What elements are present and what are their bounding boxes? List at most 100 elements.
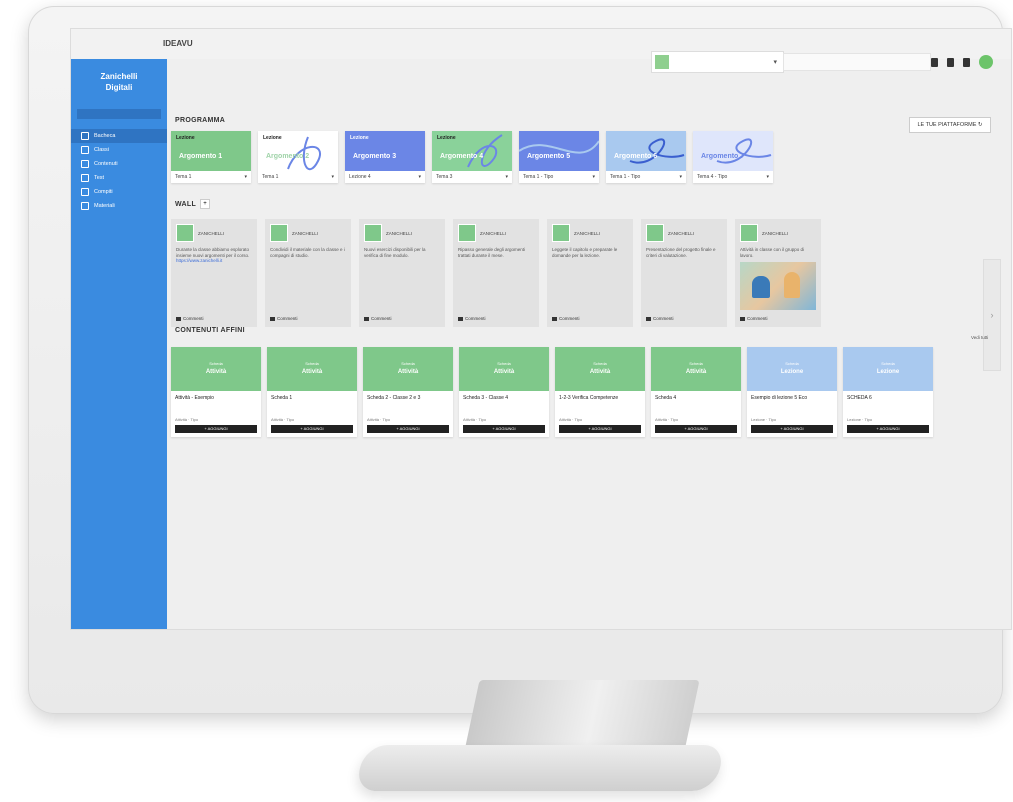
content-meta: Lezione · Tipo (847, 417, 873, 422)
content-card[interactable]: Scheda Attività Attività - Esempio Attivi… (171, 347, 261, 437)
program-select[interactable]: Lezione 4 ▾ (345, 171, 425, 183)
content-meta: Attività · Tipo (463, 417, 487, 422)
add-wall-button[interactable]: + (200, 199, 211, 209)
program-name: Argomento 1 (179, 153, 223, 160)
wall-comments[interactable]: Commenti (646, 316, 674, 321)
class-selector[interactable] (77, 109, 161, 119)
wall-author-thumb (646, 224, 664, 242)
program-card-art: Argomento 5 (519, 131, 599, 171)
sidebar-item-classi[interactable]: Classi (71, 143, 167, 157)
chevron-down-icon: ▾ (592, 174, 595, 180)
program-select[interactable]: Tema 1 ▾ (258, 171, 338, 183)
wall-comments[interactable]: Commenti (270, 316, 298, 321)
program-select[interactable]: Tema 1 - Tipo ▾ (606, 171, 686, 183)
program-select[interactable]: Tema 1 ▾ (171, 171, 251, 183)
wall-link[interactable]: https://www.zanichelli.it (176, 258, 252, 264)
program-card-art: Argomento 6 (606, 131, 686, 171)
wall-comments[interactable]: Commenti (740, 316, 768, 321)
wall-comments-label: Commenti (747, 316, 768, 321)
content-meta: Attività · Tipo (175, 417, 199, 422)
wall-comments[interactable]: Commenti (552, 316, 580, 321)
sidebar-item-materiali[interactable]: Materiali (71, 199, 167, 213)
add-content-button[interactable]: + AGGIUNGI (463, 425, 545, 433)
wall-comments-label: Commenti (465, 316, 486, 321)
users-icon (81, 146, 89, 154)
program-card[interactable]: Argomento 5 Tema 1 - Tipo ▾ (519, 131, 599, 183)
content-kind: Scheda (785, 361, 799, 366)
add-content-button[interactable]: + AGGIUNGI (367, 425, 449, 433)
content-kind: Scheda (305, 361, 319, 366)
content-card[interactable]: Scheda Attività Scheda 3 - Classe 4 Attiv… (459, 347, 549, 437)
content-card-art: Scheda Attività (267, 347, 357, 391)
wall-card[interactable]: ZANICHELLI Attività in classe con il gru… (735, 219, 821, 327)
content-cards: Scheda Attività Attività - Esempio Attivi… (171, 347, 933, 437)
program-name: Argomento 2 (266, 153, 310, 160)
content-card[interactable]: Scheda Attività Scheda 4 Attività · Tipo … (651, 347, 741, 437)
wall-card[interactable]: ZANICHELLI Leggete il capitolo e prepara… (547, 219, 633, 327)
wall-comments[interactable]: Commenti (364, 316, 392, 321)
sidebar-logo[interactable]: Zanichelli Digitali (81, 65, 157, 109)
swirl-decoration-icon (629, 138, 685, 164)
add-content-button[interactable]: + AGGIUNGI (559, 425, 641, 433)
wall-card[interactable]: ZANICHELLI Durante la classe abbiamo esp… (171, 219, 257, 327)
comment-icon (176, 316, 181, 321)
content-card[interactable]: Scheda Attività Scheda 1 Attività · Tipo … (267, 347, 357, 437)
sidebar-item-compiti[interactable]: Compiti (71, 185, 167, 199)
content-art-label: Attività (397, 369, 419, 375)
content-card-art: Scheda Attività (459, 347, 549, 391)
add-content-button[interactable]: + AGGIUNGI (271, 425, 353, 433)
program-name: Argomento 3 (353, 153, 397, 160)
grid-icon (81, 174, 89, 182)
wall-comments[interactable]: Commenti (458, 316, 486, 321)
comment-icon (458, 316, 463, 321)
chevron-right-icon[interactable]: › (983, 259, 1001, 371)
program-name: Argomento 4 (440, 153, 484, 160)
program-card[interactable]: Lezione Argomento 4 Tema 3 ▾ (432, 131, 512, 183)
content-card-art: Scheda Attività (555, 347, 645, 391)
add-content-button[interactable]: + AGGIUNGI (655, 425, 737, 433)
wall-text: Nuovi esercizi disponibili per la verifi… (364, 247, 426, 258)
sidebar-item-label: Contenuti (94, 161, 118, 167)
sidebar-item-contenuti[interactable]: Contenuti (71, 157, 167, 171)
platforms-button[interactable]: LE TUE PIATTAFORME ↻ (909, 117, 991, 133)
program-card[interactable]: Argomento 7 Tema 4 - Tipo ▾ (693, 131, 773, 183)
wall-card[interactable]: ZANICHELLI Ripasso generale degli argome… (453, 219, 539, 327)
app-screen: IDEAVU ▾ Zanichelli Digitali Bacheca Cla… (70, 28, 1012, 630)
top-bar: IDEAVU ▾ (71, 29, 1011, 73)
program-select[interactable]: Tema 3 ▾ (432, 171, 512, 183)
program-select[interactable]: Tema 1 - Tipo ▾ (519, 171, 599, 183)
add-content-button[interactable]: + AGGIUNGI (751, 425, 833, 433)
comment-icon (270, 316, 275, 321)
program-card[interactable]: Lezione Argomento 1 Tema 1 ▾ (171, 131, 251, 183)
content-card[interactable]: Scheda Attività Scheda 2 - Classe 2 e 3 A… (363, 347, 453, 437)
wall-card[interactable]: ZANICHELLI Presentazione del progetto fi… (641, 219, 727, 327)
content-card[interactable]: Scheda Lezione Esempio di lezione 5 Eco L… (747, 347, 837, 437)
comment-icon (364, 316, 369, 321)
program-card[interactable]: Lezione Argomento 3 Lezione 4 ▾ (345, 131, 425, 183)
content-kind: Scheda (497, 361, 511, 366)
wall-card[interactable]: ZANICHELLI Condividi il materiale con la… (265, 219, 351, 327)
add-content-button[interactable]: + AGGIUNGI (847, 425, 929, 433)
program-select-label: Tema 3 (436, 174, 453, 180)
wall-card[interactable]: ZANICHELLI Nuovi esercizi disponibili pe… (359, 219, 445, 327)
content-card[interactable]: Scheda Lezione SCHEDA 6 Lezione · Tipo + … (843, 347, 933, 437)
content-meta: Attività · Tipo (655, 417, 679, 422)
monitor-stand-base (354, 745, 726, 791)
program-select[interactable]: Tema 4 - Tipo ▾ (693, 171, 773, 183)
add-content-button[interactable]: + AGGIUNGI (175, 425, 257, 433)
content-card[interactable]: Scheda Attività 1-2-3 Verifica Competenze… (555, 347, 645, 437)
content-card-art: Scheda Lezione (747, 347, 837, 391)
brand-name: IDEAVU (163, 39, 193, 48)
wall-comments[interactable]: Commenti (176, 316, 204, 321)
content-title: 1-2-3 Verifica Competenze (559, 395, 619, 401)
program-card[interactable]: Argomento 6 Tema 1 - Tipo ▾ (606, 131, 686, 183)
wall-text: Ripasso generale degli argomenti trattat… (458, 247, 526, 258)
program-cards: Lezione Argomento 1 Tema 1 ▾ Lezione Argo… (171, 131, 773, 183)
content-art-label: Attività (205, 369, 227, 375)
see-all-link[interactable]: Vedi tutti (971, 335, 988, 340)
content-title: Esempio di lezione 5 Eco (751, 395, 808, 401)
sidebar-item-test[interactable]: Test (71, 171, 167, 185)
wall-author-thumb (176, 224, 194, 242)
sidebar-item-bacheca[interactable]: Bacheca (71, 129, 167, 143)
program-card[interactable]: Lezione Argomento 2 Tema 1 ▾ (258, 131, 338, 183)
